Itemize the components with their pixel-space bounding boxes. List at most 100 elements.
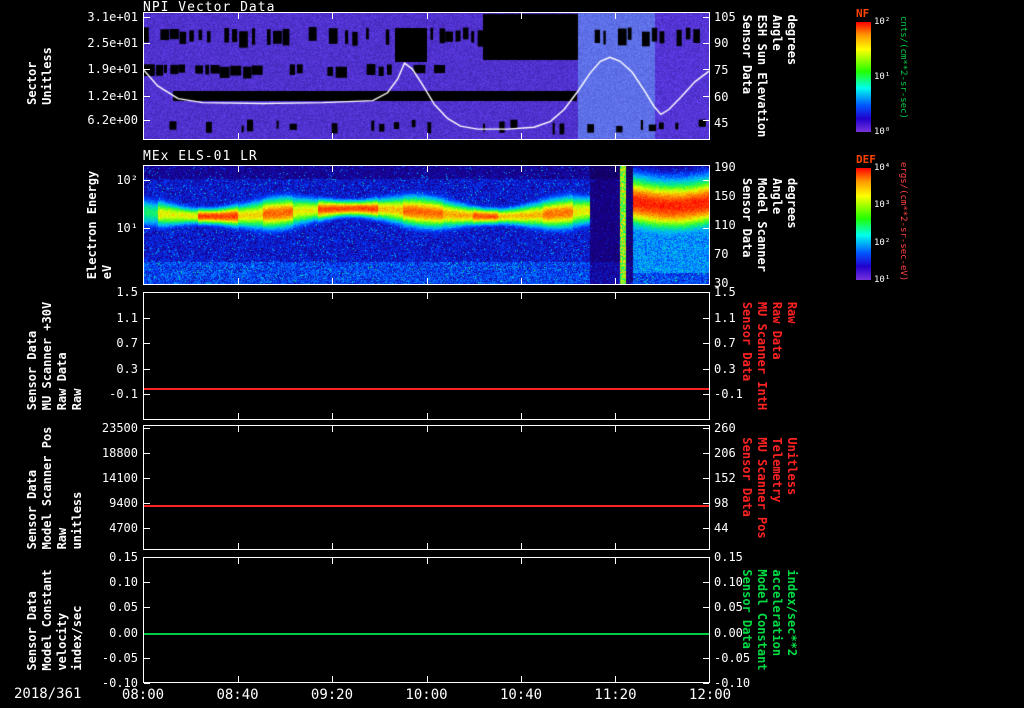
x-axis-date-label: 2018/361	[14, 686, 82, 702]
tick-mark	[144, 95, 150, 97]
tick-mark	[615, 558, 617, 564]
tick-mark	[426, 278, 428, 284]
axis-label-line: degrees	[785, 178, 799, 229]
tick-mark	[237, 426, 239, 432]
tick-mark	[144, 368, 150, 370]
tick-mark	[144, 16, 150, 18]
colorbar-tick-label: 10¹	[874, 72, 891, 82]
tick-mark	[521, 558, 523, 564]
axis-label-line: Angle	[770, 14, 784, 51]
x-tick-label: 10:40	[499, 687, 543, 703]
axis-label-line: eV	[100, 264, 114, 280]
tick-mark	[703, 582, 709, 584]
tick-mark	[703, 502, 709, 504]
tick-mark	[331, 13, 333, 19]
y-tick-label-left: 0.00	[109, 625, 138, 640]
y-tick-label-left: 14100	[101, 470, 138, 485]
axis-label-line: MU Scanner +30V	[40, 301, 54, 411]
axis-label-line: Raw	[55, 527, 69, 549]
tick-mark	[703, 95, 709, 97]
tick-mark	[426, 543, 428, 549]
axis-label-line: unitless	[70, 491, 84, 549]
y-tick-label-left: 9400	[109, 495, 138, 510]
y-tick-label-left: 6.2e+00	[87, 113, 138, 128]
y-tick-label-right: 0.05	[714, 600, 743, 615]
y-tick-label-right: 0.10	[714, 575, 743, 590]
colorbar-tick-label: 10⁴	[874, 163, 891, 173]
axis-label-line: Model Scanner	[755, 178, 769, 272]
tick-mark	[144, 427, 150, 429]
data-line-mu30v	[144, 388, 709, 390]
y-tick-label-right: 206	[714, 445, 736, 460]
colorbar-def	[856, 168, 871, 280]
tick-mark	[331, 293, 333, 299]
axis-label-line: Sensor Data	[740, 14, 754, 95]
tick-mark	[144, 582, 150, 584]
colorbar-nf	[856, 22, 871, 132]
tick-mark	[703, 43, 709, 45]
tick-mark	[703, 607, 709, 609]
tick-mark	[144, 317, 150, 319]
y-tick-label-right: 110	[714, 218, 736, 232]
y-tick-label-right: 0.7	[714, 336, 736, 351]
y-tick-label-right: 260	[714, 420, 736, 435]
panel-els-frame	[143, 165, 710, 285]
axis-label-modelconst-right: Sensor Data Model Constant acceleration ind…	[740, 569, 799, 670]
tick-mark	[144, 120, 150, 122]
colorbar-tick-label: 10³	[874, 200, 891, 211]
axis-label-line: Unitless	[785, 436, 799, 495]
axis-label-line: Electron Energy	[85, 170, 99, 280]
y-tick-label-left: 0.05	[109, 600, 138, 615]
tick-mark	[237, 413, 239, 419]
tick-mark	[521, 543, 523, 549]
y-tick-label-right: 90	[714, 36, 729, 51]
tick-mark	[144, 43, 150, 45]
tick-mark	[703, 683, 709, 684]
y-tick-label-right: 1.5	[714, 285, 736, 299]
tick-mark	[521, 676, 523, 682]
tick-mark	[144, 292, 150, 293]
panel-mu30v-frame	[143, 292, 710, 420]
axis-label-line: Raw	[785, 301, 799, 324]
tick-mark	[237, 133, 239, 139]
x-tick-label: 10:00	[405, 687, 448, 703]
axis-label-els-right: Sensor Data Model Scanner Angle degrees	[740, 178, 799, 272]
panel-title-els: MEx ELS-01 LR	[143, 149, 258, 164]
tick-mark	[703, 368, 709, 370]
tick-mark	[331, 543, 333, 549]
tick-mark	[521, 133, 523, 139]
axis-label-els-left: Electron Energy eV	[85, 170, 114, 280]
y-tick-label-left: 1.1	[116, 310, 138, 325]
y-tick-label-right: 0.15	[714, 550, 743, 564]
axis-label-modelconst-left: Sensor Data Model Constant velocity index/s…	[25, 569, 84, 671]
y-tick-label-right: 105	[714, 9, 736, 24]
tick-mark	[426, 133, 428, 139]
axis-label-line: Model Constant	[40, 569, 54, 671]
tick-mark	[144, 180, 150, 181]
tick-mark	[144, 69, 150, 71]
axis-label-line: MU Scanner IntH	[755, 301, 769, 411]
axis-label-npi-right: Sensor Data ESH Sun Elevation Angle degrees	[740, 14, 799, 138]
y-tick-label-right: 70	[714, 247, 729, 262]
tick-mark	[426, 166, 428, 172]
colorbar-tick-label: 10²	[874, 237, 891, 248]
tick-mark	[331, 166, 333, 172]
tick-mark	[144, 657, 150, 659]
panel-scanpos-frame	[143, 425, 710, 550]
y-tick-label-left: 1.5	[116, 285, 138, 299]
tick-mark	[237, 13, 239, 19]
axis-label-line: Model Scanner Pos	[40, 426, 54, 549]
y-tick-label-left: 1.9e+01	[87, 62, 138, 77]
y-tick-label-left: 18800	[101, 445, 138, 460]
axis-label-line: MU Scanner Pos	[755, 436, 769, 539]
tick-mark	[426, 676, 428, 682]
axis-label-line: acceleration	[770, 569, 784, 657]
y-tick-label-left: 0.3	[116, 361, 138, 376]
axis-label-scanpos-left: Sensor Data Model Scanner Pos Raw unitless	[25, 426, 84, 549]
y-tick-label-left: -0.1	[109, 387, 138, 402]
y-tick-label-left: -0.05	[101, 650, 138, 665]
axis-label-line: Telemetry	[770, 436, 784, 502]
tick-mark	[703, 452, 709, 454]
axis-label-line: Angle	[770, 178, 784, 215]
tick-mark	[703, 16, 709, 18]
